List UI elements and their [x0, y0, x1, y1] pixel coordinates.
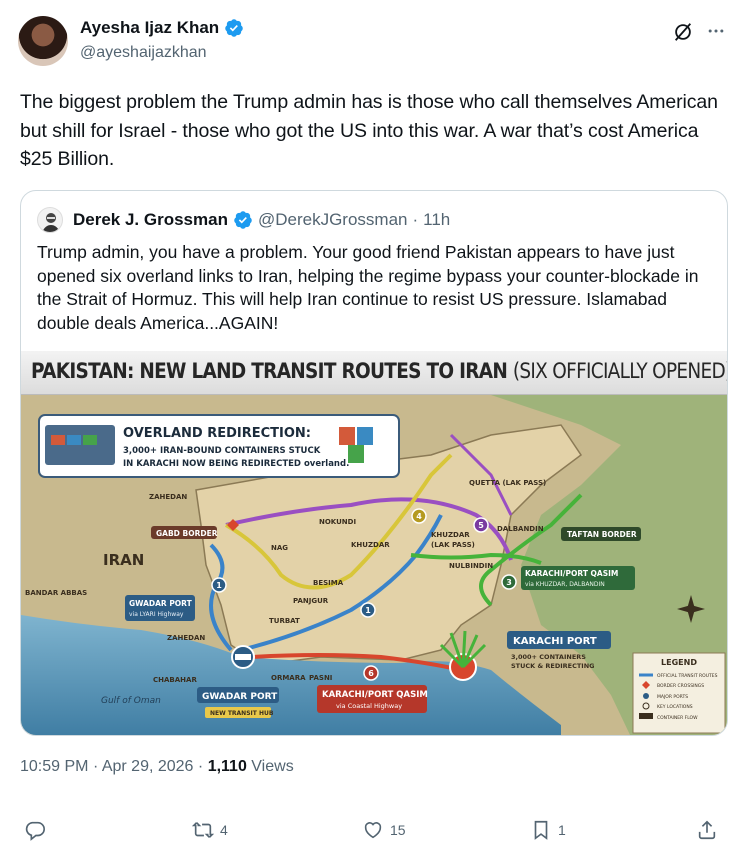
map-label-dalbandin: DALBANDIN: [497, 525, 544, 533]
map-label-gulf: Gulf of Oman: [101, 696, 161, 706]
views-label: Views: [251, 758, 294, 775]
bookmark-button[interactable]: 1: [530, 812, 566, 848]
heart-icon: [364, 822, 382, 839]
reply-button[interactable]: [24, 812, 52, 848]
banner-line-1: 3,000+ IRAN-BOUND CONTAINERS STUCK: [123, 446, 321, 456]
reply-icon: [25, 821, 45, 841]
like-count: 15: [390, 822, 406, 838]
callout-gwadar-side: GWADAR PORT via LYARI Highway: [125, 595, 195, 621]
quote-text: Trump admin, you have a problem. Your go…: [37, 242, 699, 333]
svg-text:3: 3: [506, 578, 512, 587]
map-label-ormara: ORMARA: [271, 674, 306, 682]
author-name[interactable]: Ayesha Ijaz Khan: [80, 18, 219, 38]
map-label-zahedan-2: ZAHEDAN: [167, 634, 205, 642]
gwadar-ship-marker: [231, 645, 255, 669]
svg-text:5: 5: [478, 521, 484, 530]
map-label-nokundi: NOKUNDI: [319, 518, 356, 526]
map-label-turbat: TURBAT: [269, 617, 300, 625]
map-image[interactable]: PAKISTAN: NEW LAND TRANSIT ROUTES TO IRA…: [21, 351, 727, 735]
svg-text:1: 1: [365, 606, 371, 615]
map-label-nulbindin: NULBINDIN: [449, 562, 493, 570]
map-label-pasni: PASNI: [309, 674, 332, 682]
callout-gwadar-port: GWADAR PORT NEW TRANSIT HUB: [197, 687, 279, 718]
map-label-zahedan: ZAHEDAN: [149, 493, 187, 501]
svg-text:GWADAR PORT: GWADAR PORT: [202, 692, 278, 702]
author-avatar[interactable]: [18, 16, 68, 66]
verified-badge-icon: [225, 19, 243, 37]
quote-timestamp[interactable]: 11h: [423, 210, 450, 230]
quote-author-handle[interactable]: @DerekJGrossman: [258, 210, 408, 230]
map-label-bandar-abbas: BANDAR ABBAS: [25, 589, 87, 597]
map-label-nag: NAG: [271, 544, 288, 552]
svg-text:6: 6: [368, 669, 374, 678]
svg-text:KARACHI PORT: KARACHI PORT: [513, 636, 597, 647]
banner-title: OVERLAND REDIRECTION:: [123, 426, 311, 441]
bookmark-count: 1: [558, 822, 566, 838]
map-label-khuzdar: KHUZDAR: [351, 541, 390, 549]
svg-text:OFFICIAL TRANSIT ROUTES: OFFICIAL TRANSIT ROUTES: [657, 673, 718, 679]
map-label-khuzdar-lak: KHUZDAR: [431, 531, 470, 539]
map-label-chabahar: CHABAHAR: [153, 676, 197, 684]
quote-verified-badge-icon: [234, 211, 252, 229]
map-title: PAKISTAN: NEW LAND TRANSIT ROUTES TO IRA…: [31, 359, 728, 383]
share-button[interactable]: [696, 812, 718, 848]
repost-button[interactable]: 4: [192, 812, 228, 848]
grok-icon[interactable]: [672, 21, 694, 43]
callout-taftan-border: TAFTAN BORDER: [561, 527, 641, 541]
svg-text:KEY LOCATIONS: KEY LOCATIONS: [657, 704, 693, 710]
tweet-timestamp: 10:59 PM · Apr 29, 2026 · 1,110 Views: [20, 758, 294, 776]
timestamp-sep-2: ·: [197, 758, 204, 775]
like-button[interactable]: 15: [362, 812, 406, 848]
svg-text:1: 1: [216, 581, 222, 590]
quote-author-name[interactable]: Derek J. Grossman: [73, 210, 228, 230]
map-label-lak-pass: (LAK PASS): [431, 541, 475, 549]
author-name-row[interactable]: Ayesha Ijaz Khan: [80, 18, 244, 38]
callout-karachi-qasim-bottom: KARACHI/PORT QASIM via Coastal Highway: [317, 685, 428, 713]
tweet-text: The biggest problem the Trump admin has …: [20, 91, 718, 170]
svg-text:BORDER CROSSINGS: BORDER CROSSINGS: [657, 683, 704, 689]
repost-icon: [192, 822, 214, 838]
timestamp-date[interactable]: Apr 29, 2026: [102, 758, 194, 775]
timestamp-sep-1: ·: [92, 758, 99, 775]
share-icon: [698, 820, 716, 840]
svg-text:KARACHI/PORT QASIM: KARACHI/PORT QASIM: [322, 690, 428, 700]
callout-karachi-qasim-right: KARACHI/PORT QASIM via KHUZDAR, DALBANDI…: [521, 566, 635, 590]
quoted-tweet-card[interactable]: Derek J. Grossman @DerekJGrossman · 11h …: [20, 190, 728, 736]
svg-text:NEW TRANSIT HUB: NEW TRANSIT HUB: [210, 710, 274, 717]
map-label-iran: IRAN: [103, 551, 144, 569]
svg-text:TAFTAN BORDER: TAFTAN BORDER: [567, 530, 637, 539]
svg-text:via Coastal Highway: via Coastal Highway: [336, 702, 402, 710]
quote-author-avatar[interactable]: [37, 207, 63, 233]
svg-text:3,000+ CONTAINERS: 3,000+ CONTAINERS: [511, 653, 586, 661]
map-label-panjgur: PANJGUR: [293, 597, 329, 605]
svg-text:4: 4: [416, 512, 422, 521]
svg-text:GABD BORDER: GABD BORDER: [156, 529, 218, 538]
more-options-icon[interactable]: [706, 21, 726, 41]
svg-text:LEGEND: LEGEND: [661, 658, 697, 667]
map-title-bar: PAKISTAN: NEW LAND TRANSIT ROUTES TO IRA…: [21, 351, 727, 395]
bookmark-icon: [534, 820, 548, 840]
overland-banner: OVERLAND REDIRECTION: 3,000+ IRAN-BOUND …: [38, 414, 400, 478]
svg-text:KARACHI/PORT QASIM: KARACHI/PORT QASIM: [525, 569, 618, 578]
quote-separator: ·: [412, 210, 419, 229]
map-legend: LEGEND OFFICIAL TRANSIT ROUTES BORDER CR…: [632, 652, 726, 734]
banner-line-2: IN KARACHI NOW BEING REDIRECTED overland…: [123, 459, 349, 469]
svg-text:GWADAR PORT: GWADAR PORT: [129, 599, 193, 608]
author-handle[interactable]: @ayeshaijazkhan: [80, 44, 207, 62]
svg-text:via LYARI Highway: via LYARI Highway: [129, 611, 184, 618]
view-count: 1,110: [207, 758, 247, 775]
map-graphic: Gulf of Oman OVERLAND REDIRECTION: 3,000…: [21, 395, 727, 735]
quote-header: Derek J. Grossman @DerekJGrossman · 11h: [73, 210, 450, 230]
svg-text:MAJOR PORTS: MAJOR PORTS: [657, 694, 688, 700]
map-label-besima: BESIMA: [313, 579, 344, 587]
svg-text:STUCK & REDIRECTING: STUCK & REDIRECTING: [511, 662, 595, 670]
map-label-quetta: QUETTA (LAK PASS): [469, 479, 546, 487]
svg-text:CONTAINER FLOW: CONTAINER FLOW: [657, 715, 698, 721]
repost-count: 4: [220, 822, 228, 838]
map-title-sub: (SIX OFFICIALLY OPENED): [512, 359, 728, 383]
timestamp-time[interactable]: 10:59 PM: [20, 758, 88, 775]
svg-text:via KHUZDAR, DALBANDIN: via KHUZDAR, DALBANDIN: [525, 581, 605, 588]
map-title-main: PAKISTAN: NEW LAND TRANSIT ROUTES TO IRA…: [31, 359, 508, 383]
action-bar: 4 15 1: [20, 812, 730, 848]
